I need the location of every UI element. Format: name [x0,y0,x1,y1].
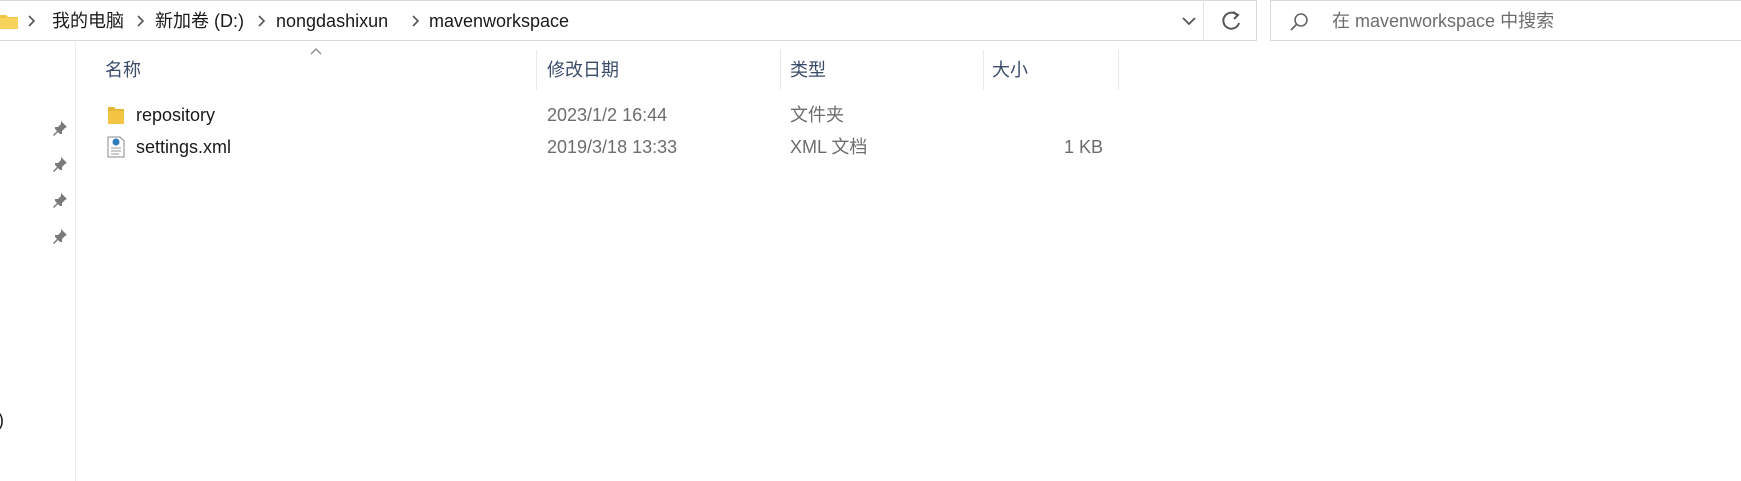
column-header-name[interactable]: 名称 [105,56,141,86]
file-row[interactable]: repository 2023/1/2 16:44 文件夹 [96,100,1121,130]
column-header-modified[interactable]: 修改日期 [547,56,619,86]
chevron-right-icon[interactable] [26,14,36,28]
file-type: 文件夹 [790,105,844,125]
address-toolbar: 我的电脑 新加卷 (D:) nongdashixun mavenworkspac… [0,0,1741,42]
xml-file-icon [107,136,125,158]
pin-icon[interactable] [52,228,68,244]
pin-icon[interactable] [52,120,68,136]
breadcrumb-drive-d[interactable]: 新加卷 (D:) [155,10,244,32]
navigation-pane: ) [0,42,76,481]
folder-icon [0,15,18,29]
column-header-size[interactable]: 大小 [992,56,1028,86]
column-header-type[interactable]: 类型 [790,56,826,86]
column-divider[interactable] [983,50,984,90]
breadcrumb-nongdashixun[interactable]: nongdashixun [276,10,388,32]
search-placeholder: 在 mavenworkspace 中搜索 [1332,11,1555,31]
search-icon [1290,13,1308,31]
folder-icon [108,107,124,124]
search-input[interactable]: 在 mavenworkspace 中搜索 [1270,0,1741,41]
file-modified: 2023/1/2 16:44 [547,105,668,125]
file-name[interactable]: settings.xml [136,135,231,159]
divider [1203,2,1204,40]
column-divider[interactable] [536,50,537,90]
file-size: 1 KB [1063,137,1103,157]
nav-item-fragment[interactable]: ) [0,410,4,431]
chevron-right-icon[interactable] [410,14,420,28]
sort-ascending-icon [310,48,322,55]
breadcrumb-my-computer[interactable]: 我的电脑 [52,10,124,32]
file-row[interactable]: settings.xml 2019/3/18 13:33 XML 文档 1 KB [96,132,1121,162]
chevron-right-icon[interactable] [256,14,266,28]
refresh-icon[interactable] [1206,1,1256,41]
file-name[interactable]: repository [136,103,215,127]
chevron-right-icon[interactable] [135,14,145,28]
column-divider[interactable] [780,50,781,90]
column-divider[interactable] [1118,50,1119,90]
file-type: XML 文档 [790,137,868,157]
pane-divider [75,42,76,481]
pin-icon[interactable] [52,192,68,208]
pin-icon[interactable] [52,156,68,172]
file-modified: 2019/3/18 13:33 [547,137,678,157]
chevron-down-icon[interactable] [1176,1,1202,41]
breadcrumb-mavenworkspace[interactable]: mavenworkspace [429,10,569,32]
address-bar[interactable]: 我的电脑 新加卷 (D:) nongdashixun mavenworkspac… [0,0,1257,41]
